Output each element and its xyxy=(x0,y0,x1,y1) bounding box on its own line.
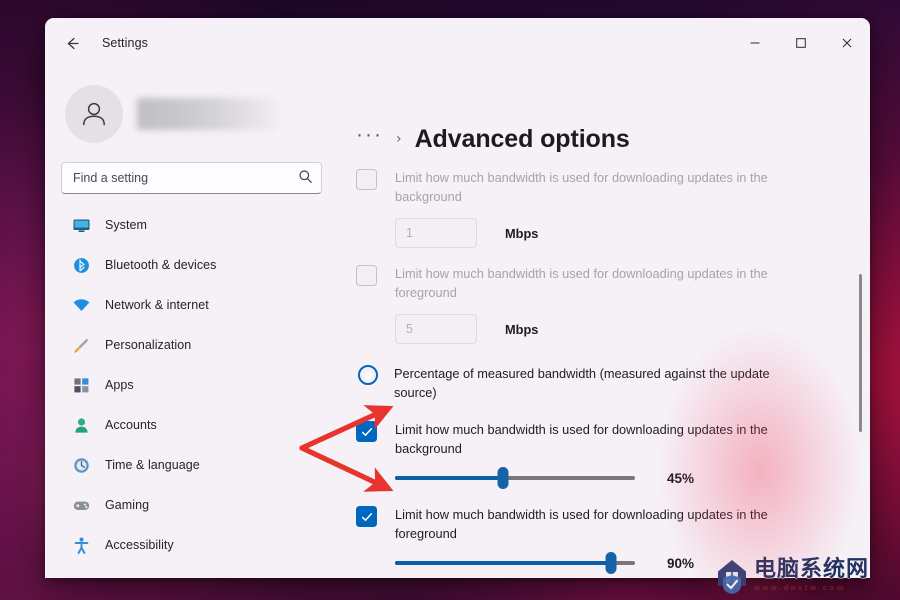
monitor-icon xyxy=(71,215,91,235)
checkbox-label: Limit how much bandwidth is used for dow… xyxy=(395,266,768,300)
sidebar-item-apps[interactable]: Apps xyxy=(61,365,322,405)
sidebar-item-label: Accessibility xyxy=(105,538,174,552)
sidebar-item-label: Apps xyxy=(105,378,134,392)
main-content: ··· › Advanced options Limit how much ba… xyxy=(338,68,870,578)
breadcrumb: ··· › Advanced options xyxy=(338,68,870,154)
mbps-unit-label: Mbps xyxy=(505,321,539,337)
absolute-foreground-value-row: Mbps xyxy=(356,302,870,344)
checkbox-label: Limit how much bandwidth is used for dow… xyxy=(395,170,768,204)
foreground-percent-value: 90% xyxy=(667,555,695,571)
search-field-wrapper xyxy=(61,162,322,194)
sidebar-item-network-internet[interactable]: Network & internet xyxy=(61,285,322,325)
wifi-icon xyxy=(71,295,91,315)
foreground-percent-slider[interactable] xyxy=(395,552,635,574)
sidebar-item-time-language[interactable]: Time & language xyxy=(61,445,322,485)
background-mbps-input[interactable] xyxy=(395,218,477,248)
watermark-site-name: 电脑系统网 xyxy=(754,556,870,582)
back-button[interactable] xyxy=(56,27,88,59)
slider-fill xyxy=(395,476,503,480)
checkmark-icon xyxy=(361,427,372,436)
site-watermark: 电脑系统网 www.dnxtw.com xyxy=(714,554,894,596)
scrollbar-thumb[interactable] xyxy=(859,274,862,432)
account-block[interactable] xyxy=(61,68,322,146)
mbps-unit-label: Mbps xyxy=(505,225,539,241)
page-title: Advanced options xyxy=(414,124,630,153)
gamepad-icon xyxy=(71,495,91,515)
window-titlebar: Settings xyxy=(45,18,870,68)
desktop-wallpaper: Settings Find a setting System Bluetooth… xyxy=(0,0,900,600)
sidebar-item-accessibility[interactable]: Accessibility xyxy=(61,525,322,565)
checkbox-label: Limit how much bandwidth is used for dow… xyxy=(395,422,768,456)
person-icon xyxy=(71,415,91,435)
absolute-background-row: Limit how much bandwidth is used for dow… xyxy=(356,166,870,206)
percent-background-row: Limit how much bandwidth is used for dow… xyxy=(356,402,870,458)
background-percent-value: 45% xyxy=(667,470,695,486)
apps-grid-icon xyxy=(71,375,91,395)
sidebar-item-bluetooth-devices[interactable]: Bluetooth & devices xyxy=(61,245,322,285)
sidebar: System Bluetooth & devices xyxy=(45,68,338,578)
slider-fill xyxy=(395,561,611,565)
sidebar-item-gaming[interactable]: Gaming xyxy=(61,485,322,525)
foreground-percent-checkbox[interactable] xyxy=(356,506,377,527)
minimize-icon xyxy=(750,42,760,44)
sidebar-item-label: Accounts xyxy=(105,418,157,432)
vertical-scrollbar[interactable] xyxy=(855,164,866,568)
checkbox-label: Limit how much bandwidth is used for dow… xyxy=(395,507,768,541)
bluetooth-icon xyxy=(71,255,91,275)
sidebar-item-label: Gaming xyxy=(105,498,150,512)
radio-dot xyxy=(364,371,372,379)
percent-foreground-row: Limit how much bandwidth is used for dow… xyxy=(356,489,870,543)
close-icon xyxy=(842,38,852,48)
clock-globe-icon xyxy=(71,455,91,475)
watermark-logo-icon xyxy=(714,556,750,594)
watermark-url: www.dnxtw.com xyxy=(754,582,846,592)
person-avatar-icon xyxy=(83,102,105,126)
sidebar-item-accounts[interactable]: Accounts xyxy=(61,405,322,445)
minimize-button[interactable] xyxy=(732,18,778,68)
absolute-foreground-row: Limit how much bandwidth is used for dow… xyxy=(356,248,870,302)
sidebar-item-system[interactable]: System xyxy=(61,205,322,245)
slider-thumb[interactable] xyxy=(497,467,509,489)
sidebar-nav: System Bluetooth & devices Network & int… xyxy=(61,205,322,578)
radio-label: Percentage of measured bandwidth (measur… xyxy=(394,366,770,400)
sidebar-item-label: Personalization xyxy=(105,338,192,352)
chevron-right-icon: › xyxy=(395,131,402,147)
breadcrumb-overflow-button[interactable]: ··· xyxy=(356,124,383,149)
account-name-redacted xyxy=(137,98,277,130)
background-percent-checkbox[interactable] xyxy=(356,421,377,442)
sidebar-item-label: Network & internet xyxy=(105,298,209,312)
absolute-background-value-row: Mbps xyxy=(356,206,870,248)
paintbrush-icon xyxy=(71,335,91,355)
settings-window: Settings Find a setting System Bluetooth… xyxy=(45,18,870,578)
close-button[interactable] xyxy=(824,18,870,68)
search-input[interactable] xyxy=(61,162,322,194)
sidebar-item-personalization[interactable]: Personalization xyxy=(61,325,322,365)
settings-list: Limit how much bandwidth is used for dow… xyxy=(338,154,870,574)
foreground-mbps-input[interactable] xyxy=(395,314,477,344)
slider-thumb[interactable] xyxy=(605,552,617,574)
back-arrow-icon xyxy=(67,37,79,49)
window-controls xyxy=(732,18,870,68)
sidebar-item-label: Time & language xyxy=(105,458,200,472)
background-absolute-checkbox[interactable] xyxy=(356,169,377,190)
sidebar-item-label: System xyxy=(105,218,147,232)
maximize-button[interactable] xyxy=(778,18,824,68)
background-percent-slider[interactable] xyxy=(395,467,635,489)
accessibility-icon xyxy=(71,535,91,555)
foreground-absolute-checkbox[interactable] xyxy=(356,265,377,286)
percentage-radio-row[interactable]: Percentage of measured bandwidth (measur… xyxy=(356,344,870,402)
percentage-radio-button[interactable] xyxy=(358,365,378,385)
watermark-text: 电脑系统网 www.dnxtw.com xyxy=(754,556,870,592)
background-slider-row: 45% xyxy=(356,458,870,489)
window-title: Settings xyxy=(102,36,148,50)
checkmark-icon xyxy=(361,512,372,521)
window-body: System Bluetooth & devices xyxy=(45,68,870,578)
maximize-icon xyxy=(796,38,806,48)
avatar xyxy=(65,85,123,143)
sidebar-item-label: Bluetooth & devices xyxy=(105,258,217,272)
